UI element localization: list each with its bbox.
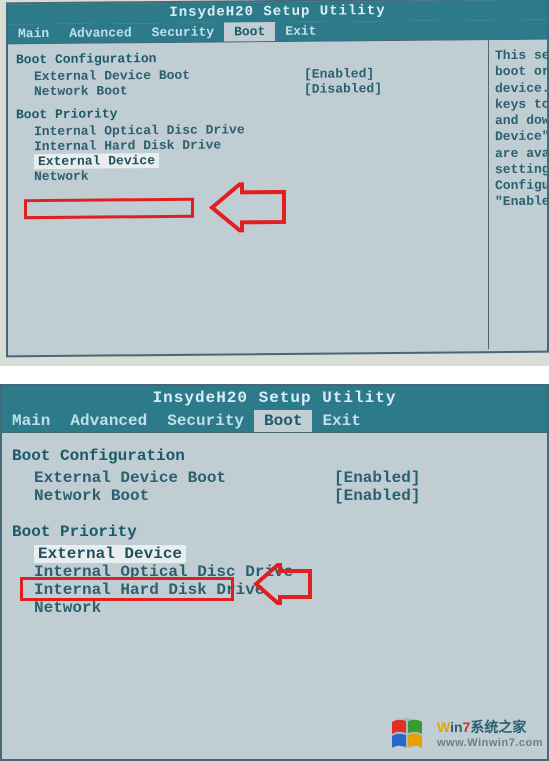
bios-window: InsydeH20 Setup Utility Main Advanced Se… [6,0,549,357]
bios-main-pane: Boot Configuration External Device Boot … [8,40,489,353]
config-value: [Enabled] [334,487,420,505]
boot-priority-heading: Boot Priority [12,523,537,541]
config-external-device-boot[interactable]: External Device Boot [Enabled] [12,469,537,487]
menu-exit[interactable]: Exit [275,22,326,41]
watermark: Win7系统之家 www.Winwin7.com [381,707,543,759]
boot-priority-item[interactable]: Internal Hard Disk Drive [12,581,537,599]
menu-main[interactable]: Main [8,24,59,43]
bios-screenshot-before: InsydeH20 Setup Utility Main Advanced Se… [0,0,549,366]
boot-config-heading: Boot Configuration [12,447,537,465]
boot-priority-item[interactable]: Internal Optical Disc Drive [12,563,537,581]
arrow-icon [206,182,286,233]
windows-logo-icon [381,707,433,759]
menu-security[interactable]: Security [157,410,254,432]
brand-in: in [450,719,462,735]
watermark-url: www.Winwin7.com [437,737,543,749]
bios-window: InsydeH20 Setup Utility Main Advanced Se… [0,384,549,761]
boot-priority-heading: Boot Priority [16,103,480,122]
menu-main[interactable]: Main [2,410,60,432]
config-label: External Device Boot [34,469,334,487]
menu-exit[interactable]: Exit [312,410,370,432]
config-network-boot[interactable]: Network Boot [Enabled] [12,487,537,505]
config-value: [Disabled] [304,81,382,97]
menu-advanced[interactable]: Advanced [59,23,141,43]
bios-menu-bar: Main Advanced Security Boot Exit [2,410,547,433]
boot-priority-item[interactable]: Network [16,165,480,184]
menu-security[interactable]: Security [142,22,224,42]
help-line: setting i [495,161,545,178]
boot-config-heading: Boot Configuration [16,48,480,67]
highlight-box [24,198,194,219]
help-line: keys to m [495,96,545,113]
help-line: "Enabled" [495,194,545,211]
watermark-text: Win7系统之家 www.Winwin7.com [437,717,543,749]
brand-w: W [437,719,450,735]
config-value: [Enabled] [304,66,374,82]
help-line: Configura [495,178,545,195]
config-value: [Enabled] [334,469,420,487]
help-line: are avail [495,145,545,162]
bios-screenshot-after: InsydeH20 Setup Utility Main Advanced Se… [0,384,549,761]
help-line: Device" a [495,129,545,146]
config-label: Network Boot [34,487,334,505]
brand-cn: 系统之家 [470,719,526,735]
help-line: This sett [495,48,545,65]
help-line: device. U [495,80,545,97]
help-line: boot orde [495,64,545,81]
bios-title: InsydeH20 Setup Utility [2,386,547,410]
menu-boot[interactable]: Boot [224,22,275,41]
help-line: and down. [495,113,545,130]
config-label: Network Boot [34,82,304,99]
boot-priority-item-selected[interactable]: External Device [12,545,537,563]
menu-boot[interactable]: Boot [254,410,312,432]
bios-help-pane: This sett boot orde device. U keys to m … [489,40,547,350]
boot-priority-item[interactable]: Network [12,599,537,617]
menu-advanced[interactable]: Advanced [60,410,157,432]
